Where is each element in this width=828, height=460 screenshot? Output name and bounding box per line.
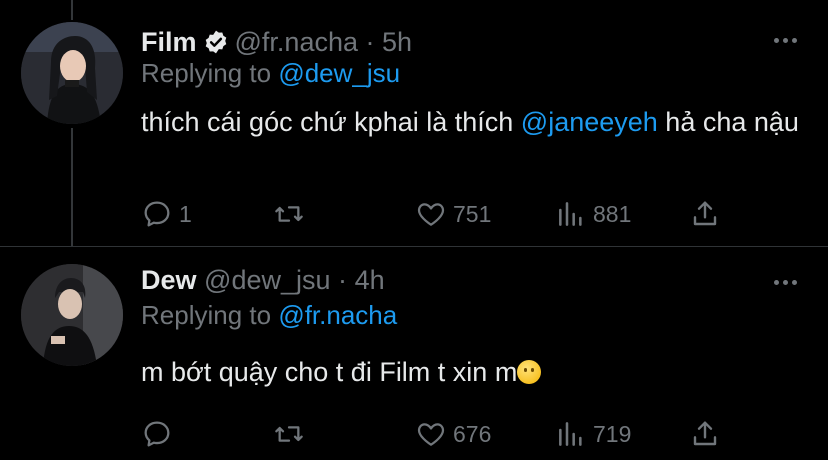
smile-emoji-icon	[517, 360, 542, 384]
share-button[interactable]	[689, 416, 721, 452]
tweet-text: thích cái góc chứ kphai là thích @janeey…	[141, 102, 811, 142]
text-part: m bớt quậy cho t đi Film t xin m	[141, 357, 518, 387]
tweet-header: Dew @dew_jsu · 4h	[141, 264, 385, 296]
tweet[interactable]: Dew @dew_jsu · 4h Replying to @fr.nacha …	[0, 248, 828, 460]
retweet-icon	[275, 426, 303, 442]
text-part: thích cái góc chứ kphai là thích	[141, 107, 521, 137]
replying-to: Replying to @dew_jsu	[141, 58, 400, 89]
heart-icon	[417, 203, 445, 226]
replying-prefix: Replying to	[141, 58, 272, 88]
text-part: hả cha nậu	[657, 107, 799, 137]
display-name[interactable]: Dew	[141, 265, 197, 295]
avatar[interactable]	[21, 22, 123, 124]
tweet-header: Film @fr.nacha · 5h	[141, 26, 412, 62]
action-bar: 676 719	[141, 416, 741, 452]
handle[interactable]: @fr.nacha	[235, 27, 358, 57]
timestamp[interactable]: 5h	[382, 27, 412, 57]
replying-to: Replying to @fr.nacha	[141, 300, 397, 331]
reply-icon	[144, 421, 170, 447]
reply-button[interactable]: 1	[141, 196, 192, 232]
separator: ·	[338, 265, 348, 295]
tweet-divider	[0, 246, 828, 247]
reply-count: 1	[179, 200, 192, 227]
action-bar: 1 751 881	[141, 196, 741, 232]
retweet-button[interactable]	[273, 416, 311, 452]
reply-icon	[144, 201, 170, 227]
like-count: 676	[453, 420, 492, 447]
handle[interactable]: @dew_jsu	[204, 265, 330, 295]
share-button[interactable]	[689, 196, 721, 232]
retweet-icon	[275, 206, 303, 222]
view-count: 719	[593, 420, 632, 447]
view-count: 881	[593, 200, 632, 227]
like-button[interactable]: 676	[415, 416, 491, 452]
share-icon	[693, 201, 717, 226]
avatar[interactable]	[21, 264, 123, 366]
replying-mention[interactable]: @dew_jsu	[278, 58, 400, 88]
views-button[interactable]: 719	[555, 416, 631, 452]
heart-icon	[417, 423, 445, 446]
retweet-button[interactable]	[273, 196, 311, 232]
timestamp[interactable]: 4h	[355, 265, 385, 295]
like-button[interactable]: 751	[415, 196, 491, 232]
separator: ·	[365, 27, 375, 57]
tweet[interactable]: Film @fr.nacha · 5h Replying to @dew_jsu …	[0, 0, 828, 248]
more-icon[interactable]	[774, 36, 798, 44]
more-icon[interactable]	[774, 278, 798, 286]
share-icon	[693, 421, 717, 446]
display-name[interactable]: Film	[141, 27, 197, 57]
text-mention[interactable]: @janeeyeh	[521, 107, 658, 137]
like-count: 751	[453, 200, 492, 227]
views-icon	[559, 202, 582, 226]
reply-button[interactable]	[141, 416, 179, 452]
views-button[interactable]: 881	[555, 196, 631, 232]
replying-prefix: Replying to	[141, 300, 272, 330]
tweet-text: m bớt quậy cho t đi Film t xin m	[141, 352, 811, 392]
views-icon	[559, 422, 582, 446]
replying-mention[interactable]: @fr.nacha	[278, 300, 397, 330]
